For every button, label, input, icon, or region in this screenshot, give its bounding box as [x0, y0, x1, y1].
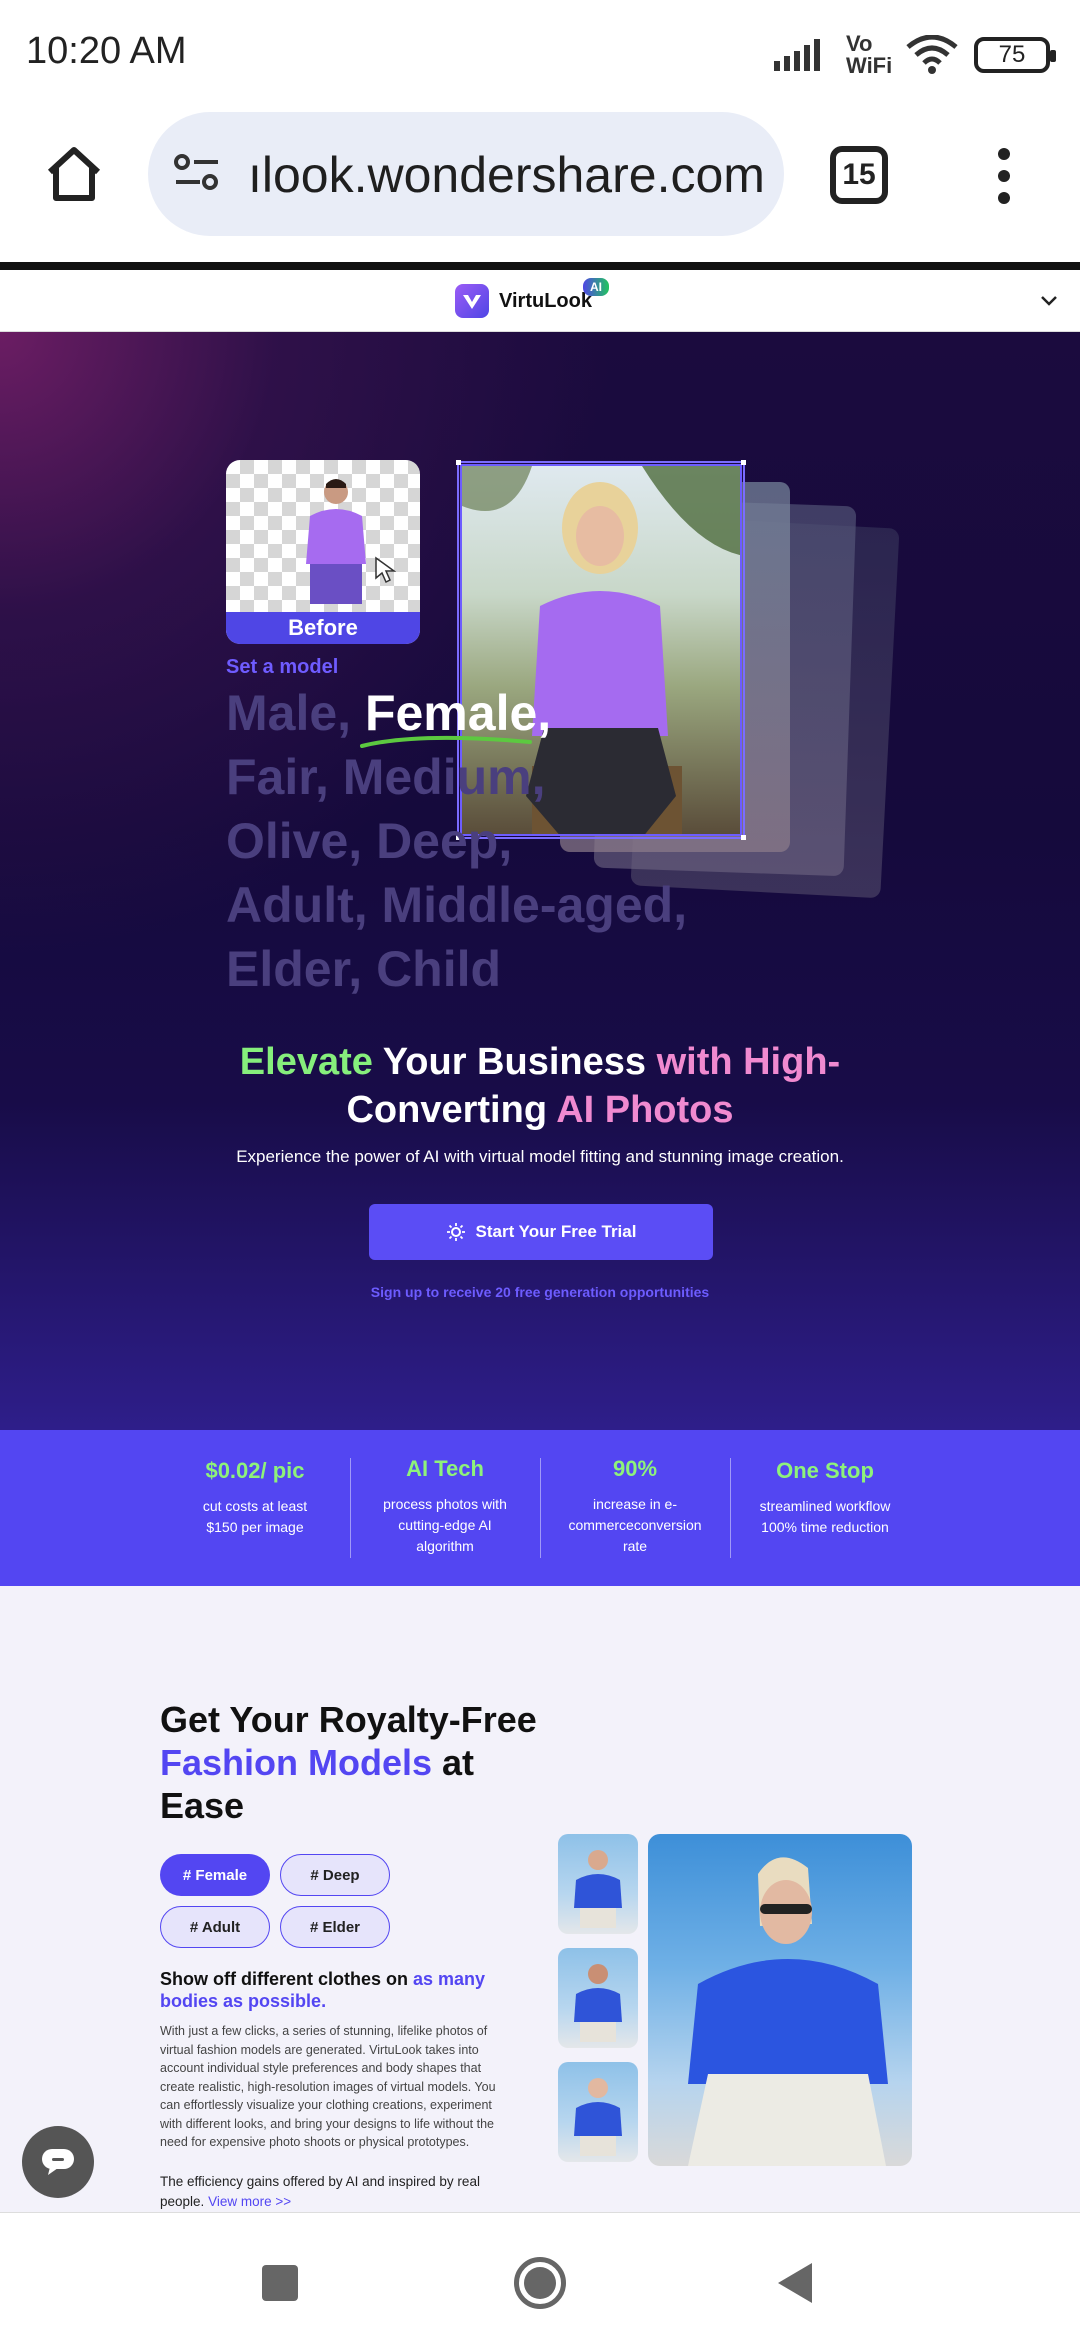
stat-value: One Stop — [776, 1458, 874, 1483]
show-off-part: Show off different clothes on — [160, 1969, 413, 1989]
stat-cost: $0.02/ pic cut costs at least $150 per i… — [160, 1458, 350, 1538]
status-icons: Vo WiFi 75 — [774, 30, 1056, 80]
url-text[interactable]: ılook.wondershare.com — [248, 146, 765, 204]
stats-band: $0.02/ pic cut costs at least $150 per i… — [0, 1430, 1080, 1586]
hero-title-part: Converting — [346, 1089, 557, 1131]
stat-one-stop: One Stop streamlined workflow 100% time … — [730, 1458, 920, 1538]
chat-button[interactable] — [22, 2126, 94, 2198]
home-nav-icon[interactable] — [514, 2257, 566, 2309]
model-figure-before — [306, 479, 366, 604]
stat-value: 90% — [612, 1456, 658, 1481]
chevron-down-icon[interactable] — [1040, 294, 1058, 308]
model-options-line-4: Adult, Middle-aged, — [226, 877, 688, 933]
before-image-card: Before — [226, 460, 420, 644]
brand-name: VirtuLook — [499, 289, 592, 312]
section-title: Get Your Royalty-Free Fashion Models at … — [160, 1698, 560, 1827]
show-off-heading: Show off different clothes on as many bo… — [160, 1968, 520, 2012]
model-option-male: Male, — [226, 685, 365, 741]
tag-adult[interactable]: # Adult — [160, 1906, 270, 1948]
vowifi-label: Vo WiFi — [846, 31, 893, 78]
more-menu-icon[interactable] — [992, 146, 1016, 206]
model-thumbnail[interactable] — [558, 1834, 638, 1934]
hero-title-part: AI Photos — [556, 1089, 734, 1131]
browser-toolbar: ılook.wondershare.com 15 — [0, 110, 1080, 262]
section-title-highlight: Fashion Models — [160, 1742, 433, 1783]
brand-logo[interactable]: VirtuLook AI — [455, 278, 609, 318]
model-options-line-3: Olive, Deep, — [226, 813, 513, 869]
status-bar: 10:20 AM Vo WiFi 75 — [0, 0, 1080, 110]
stat-desc: cut costs at least $150 per image — [202, 1498, 308, 1535]
stat-value: AI Tech — [406, 1456, 484, 1481]
brand-ai-badge: AI — [583, 278, 609, 296]
model-options-line-5: Elder, Child — [226, 941, 502, 997]
view-more-link[interactable]: View more >> — [208, 2194, 291, 2209]
tag-deep[interactable]: # Deep — [280, 1854, 390, 1896]
stat-ai-tech: AI Tech process photos with cutting-edge… — [350, 1456, 540, 1557]
model-large-photo — [648, 1834, 912, 2166]
sparkle-icon — [446, 1223, 465, 1241]
start-free-trial-label: Start Your Free Trial — [475, 1222, 637, 1241]
tag-female[interactable]: # Female — [160, 1854, 270, 1896]
efficiency-text: The efficiency gains offered by AI and i… — [160, 2172, 520, 2212]
section-title-part: Get Your Royalty-Free — [160, 1699, 537, 1740]
stat-desc: process photos with cutting-edge AI algo… — [383, 1496, 507, 1554]
before-label: Before — [226, 612, 420, 644]
signup-note: Sign up to receive 20 free generation op… — [370, 1284, 710, 1300]
chat-icon — [42, 2149, 74, 2175]
page-top-border — [0, 262, 1080, 270]
fashion-models-section: Get Your Royalty-Free Fashion Models at … — [0, 1586, 1080, 2212]
set-model-label: Set a model — [226, 656, 339, 678]
hero-section: Before Set a model Male, Female, Fair, M… — [0, 332, 1080, 1430]
start-free-trial-button[interactable]: Start Your Free Trial — [369, 1204, 713, 1260]
tag-elder[interactable]: # Elder — [280, 1906, 390, 1948]
model-thumbnail[interactable] — [558, 1948, 638, 2048]
stat-value: $0.02/ pic — [205, 1458, 305, 1483]
cursor-icon — [375, 556, 396, 584]
section-body-text: With just a few clicks, a series of stun… — [160, 2024, 496, 2149]
site-header: VirtuLook AI — [0, 270, 1080, 332]
battery-indicator: 75 — [974, 37, 1056, 73]
model-thumbnail[interactable] — [558, 2062, 638, 2162]
address-bar[interactable]: ılook.wondershare.com — [148, 112, 784, 236]
hero-title-part: with High- — [656, 1041, 841, 1083]
hero-title: Elevate Your Business with High- Convert… — [0, 1038, 1080, 1134]
back-icon[interactable] — [778, 2263, 812, 2303]
status-time: 10:20 AM — [26, 30, 187, 72]
recents-icon[interactable] — [262, 2265, 298, 2301]
model-options-line-2: Fair, Medium, — [226, 749, 546, 805]
hero-title-part: Elevate — [239, 1041, 373, 1083]
hero-title-part: Your Business — [372, 1041, 657, 1083]
hero-subtitle: Experience the power of AI with virtual … — [236, 1147, 844, 1166]
tabs-icon[interactable]: 15 — [830, 146, 888, 204]
wifi-icon — [906, 35, 958, 74]
stat-desc: increase in e-commerceconversion rate — [568, 1496, 702, 1554]
show-off-part: . — [321, 1991, 327, 2011]
system-nav-bar — [0, 2212, 1080, 2340]
brand-logo-icon — [455, 284, 489, 318]
site-settings-icon[interactable] — [172, 150, 222, 194]
stat-desc: streamlined workflow 100% time reduction — [759, 1498, 891, 1535]
stat-conversion: 90% increase in e-commerceconversion rat… — [540, 1456, 730, 1557]
signal-icon — [774, 39, 820, 71]
home-icon[interactable] — [44, 144, 104, 204]
